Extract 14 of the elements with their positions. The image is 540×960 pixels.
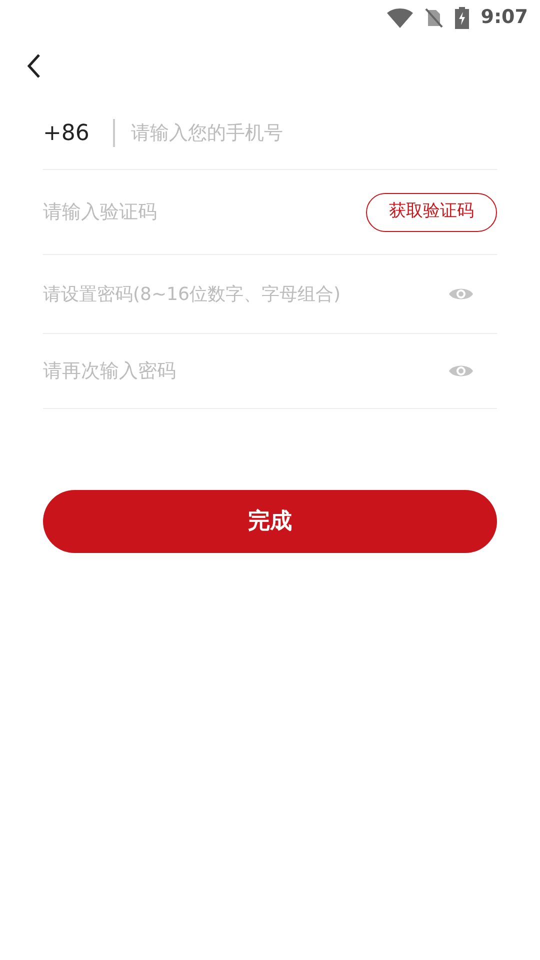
country-code[interactable]: +86 [43, 116, 113, 150]
back-icon[interactable] [26, 53, 42, 79]
submit-button[interactable]: 完成 [43, 490, 497, 553]
get-code-button[interactable]: 获取验证码 [366, 192, 497, 232]
status-time: 9:07 [480, 5, 528, 30]
eye-icon[interactable] [448, 286, 474, 302]
battery-charging-icon [454, 6, 469, 28]
confirm-password-input-field[interactable]: 请再次输入密码 [43, 356, 448, 386]
no-sim-icon [424, 8, 443, 28]
password-input-field[interactable]: 请设置密码(8~16位数字、字母组合) [43, 280, 448, 308]
eye-icon[interactable] [448, 363, 474, 379]
phone-input-field[interactable]: 请输入您的手机号 [131, 118, 497, 148]
wifi-icon [386, 8, 413, 28]
code-input-field[interactable]: 请输入验证码 [43, 198, 366, 226]
